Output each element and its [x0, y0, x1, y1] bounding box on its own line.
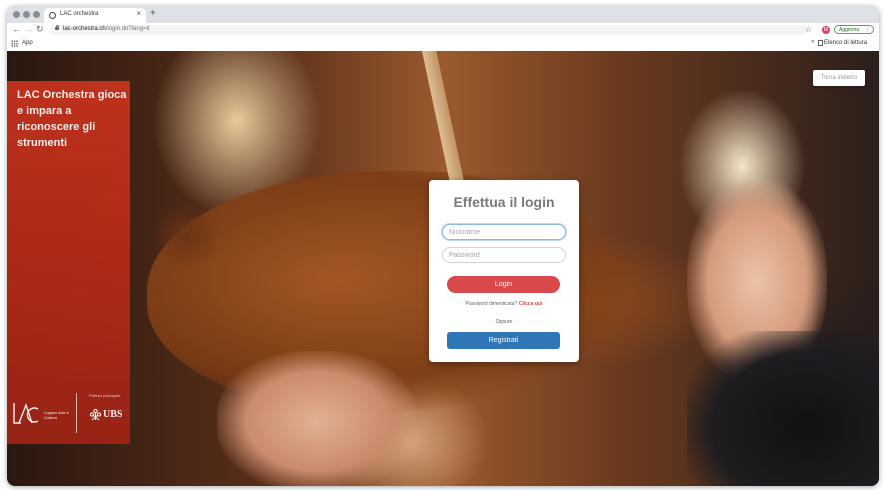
lock-icon	[55, 25, 59, 30]
promo-headline: LAC Orchestra gioca e impara a riconosce…	[17, 89, 127, 149]
ubs-logo: UBS	[89, 408, 123, 422]
tab-title: LAC orchestra	[60, 11, 99, 17]
login-button[interactable]: Login	[447, 276, 560, 293]
tab-strip: LAC orchestra × +	[7, 6, 879, 23]
browser-toolbar: ← → ↻ lac-orchestra.ch/login.do?lang=it …	[7, 23, 879, 37]
partner-label: Partner principale	[89, 393, 121, 398]
reload-icon[interactable]: ↻	[36, 24, 44, 35]
back-arrow-icon[interactable]: ←	[12, 24, 21, 35]
reading-list-button[interactable]: Elenco di lettura	[824, 40, 867, 46]
background-hand-bow	[217, 351, 417, 486]
browser-window: LAC orchestra × + ← → ↻ lac-orchestra.ch…	[7, 6, 879, 486]
login-title: Effettua il login	[453, 194, 555, 210]
or-separator: Oppure	[495, 319, 513, 325]
logo-divider	[76, 393, 77, 433]
bookmark-star-icon[interactable]: ☆	[805, 25, 812, 34]
bookmarks-overflow-chevron[interactable]: »	[811, 39, 814, 45]
url-text: lac-orchestra.ch/login.do?lang=it	[63, 26, 150, 32]
page-viewport: LAC Orchestra gioca e impara a riconosce…	[7, 51, 879, 486]
ubs-text: UBS	[103, 409, 123, 420]
forward-arrow-icon[interactable]: →	[24, 24, 33, 35]
tab-close-icon[interactable]: ×	[136, 10, 141, 18]
lac-logo-icon	[13, 402, 39, 424]
ubs-keys-icon	[89, 408, 102, 421]
reading-list-icon	[818, 40, 823, 46]
more-menu-icon: ⋮	[865, 27, 870, 33]
globe-icon	[49, 12, 56, 19]
forgot-password-text: Password dimenticata? Clicca qui	[429, 301, 579, 307]
nickname-input[interactable]	[442, 224, 566, 240]
register-button[interactable]: Registrati	[447, 332, 560, 349]
background-sleeve	[687, 331, 879, 486]
password-input[interactable]	[442, 247, 566, 263]
forgot-password-link[interactable]: Clicca qui	[519, 301, 543, 307]
lac-logo-text: Lugano Arte e Cultura	[44, 410, 69, 420]
profile-avatar[interactable]: M	[822, 26, 830, 34]
login-card: Effettua il login Login Password dimenti…	[429, 180, 579, 362]
update-label: Aggiorna	[839, 27, 860, 33]
forgot-password-label: Password dimenticata?	[465, 301, 518, 307]
apps-shortcut[interactable]: App	[22, 40, 33, 46]
new-tab-button[interactable]: +	[150, 9, 156, 19]
url-domain: lac-orchestra.ch	[63, 26, 106, 32]
url-path: /login.do?lang=it	[105, 26, 150, 32]
tab-lac-orchestra[interactable]: LAC orchestra ×	[44, 8, 146, 23]
bookmarks-bar: App » Elenco di lettura	[7, 37, 879, 52]
close-window-dot[interactable]	[13, 11, 20, 18]
back-button[interactable]: Torna indietro	[813, 70, 865, 86]
background-violin-scroll	[147, 206, 227, 266]
promo-panel: LAC Orchestra gioca e impara a riconosce…	[7, 81, 130, 444]
update-button[interactable]: Aggiorna ⋮	[834, 25, 874, 34]
maximize-window-dot[interactable]	[33, 11, 40, 18]
minimize-window-dot[interactable]	[23, 11, 30, 18]
apps-grid-icon[interactable]	[11, 40, 18, 47]
address-bar[interactable]: lac-orchestra.ch/login.do?lang=it	[50, 25, 808, 35]
